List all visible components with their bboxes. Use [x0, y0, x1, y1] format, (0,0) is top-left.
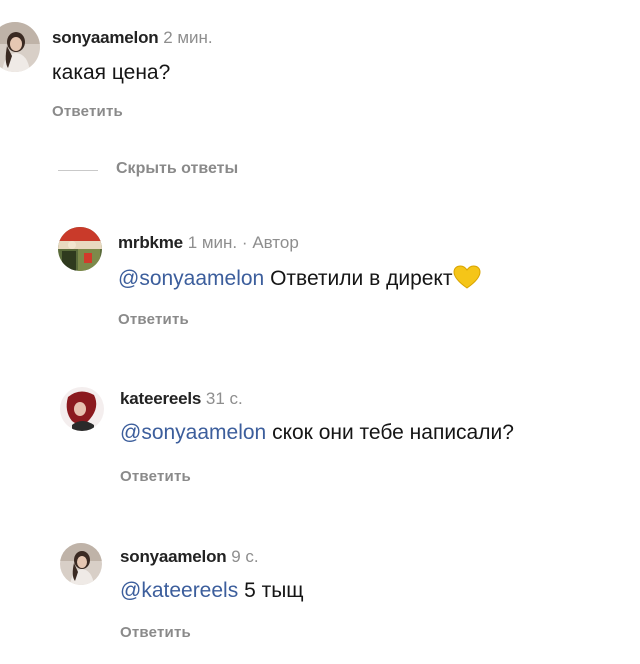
- timestamp: 1 мин.: [187, 233, 238, 252]
- avatar[interactable]: [60, 387, 104, 431]
- author-label: Автор: [252, 233, 299, 252]
- comment-meta: sonyaamelon 9 с.: [120, 547, 259, 567]
- comment-3: kateereels 31 с. @sonyaamelon скок они т…: [0, 375, 640, 495]
- comment-4: sonyaamelon 9 с. @kateereels 5 тыщ Ответ…: [0, 535, 640, 655]
- username[interactable]: sonyaamelon: [120, 547, 227, 566]
- reply-button[interactable]: Ответить: [120, 624, 191, 641]
- comment-text-content: какая цена?: [52, 61, 171, 84]
- mention-link[interactable]: @sonyaamelon: [118, 267, 264, 290]
- username[interactable]: kateereels: [120, 389, 201, 408]
- avatar[interactable]: [0, 22, 40, 72]
- comment-text: @sonyaamelon скок они тебе написали?: [120, 420, 514, 446]
- comment-meta: sonyaamelon 2 мин.: [52, 28, 213, 48]
- mention-link[interactable]: @kateereels: [120, 579, 238, 602]
- reply-button[interactable]: Ответить: [118, 311, 189, 328]
- comment-meta: mrbkme 1 мин. · Автор: [118, 233, 299, 253]
- reply-button[interactable]: Ответить: [120, 468, 191, 485]
- meta-separator: ·: [241, 233, 248, 252]
- avatar[interactable]: [60, 543, 102, 585]
- comment-1: sonyaamelon 2 мин. какая цена? Ответить: [0, 0, 640, 150]
- comment-2: mrbkme 1 мин. · Автор @sonyaamelon Ответ…: [0, 215, 640, 335]
- timestamp: 9 с.: [231, 547, 259, 566]
- comment-meta: kateereels 31 с.: [120, 389, 243, 409]
- comment-text: @kateereels 5 тыщ: [120, 578, 304, 604]
- comment-text-content: Ответили в директ: [270, 267, 453, 290]
- yellow-heart-icon: [453, 265, 481, 296]
- hide-replies-divider: [58, 170, 98, 171]
- comment-text-content: скок они тебе написали?: [272, 421, 514, 444]
- comment-text-content: 5 тыщ: [244, 579, 304, 602]
- hide-replies-button[interactable]: Скрыть ответы: [116, 160, 238, 178]
- avatar[interactable]: [58, 227, 102, 271]
- mention-link[interactable]: @sonyaamelon: [120, 421, 266, 444]
- username[interactable]: mrbkme: [118, 233, 183, 252]
- username[interactable]: sonyaamelon: [52, 28, 159, 47]
- comment-text: какая цена?: [52, 60, 170, 86]
- comment-text: @sonyaamelon Ответили в директ: [118, 265, 481, 296]
- reply-button[interactable]: Ответить: [52, 103, 123, 120]
- timestamp: 2 мин.: [163, 28, 213, 47]
- timestamp: 31 с.: [205, 389, 243, 408]
